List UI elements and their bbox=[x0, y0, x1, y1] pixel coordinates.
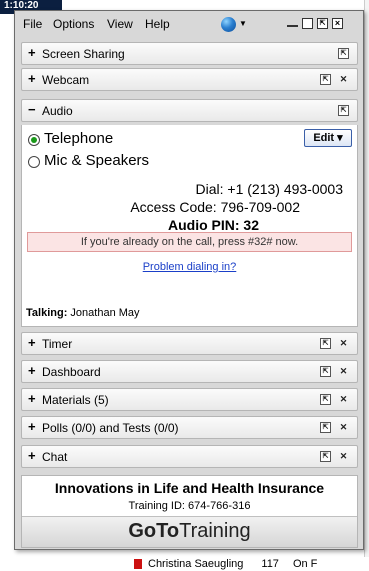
gototraining-control-panel: File Options View Help ▼ ⇱ × + Screen Sh… bbox=[14, 10, 364, 550]
popout-icon[interactable]: ⇱ bbox=[317, 18, 328, 29]
close-icon[interactable]: ✕ bbox=[338, 422, 349, 433]
expand-icon[interactable]: + bbox=[28, 449, 36, 463]
section-title: Timer bbox=[42, 337, 73, 351]
popout-icon[interactable]: ⇱ bbox=[320, 338, 331, 349]
restore-icon[interactable] bbox=[302, 18, 313, 29]
section-title: Screen Sharing bbox=[42, 47, 125, 61]
close-icon[interactable]: × bbox=[332, 18, 343, 29]
audio-pin: Audio PIN: 32 bbox=[167, 217, 259, 233]
talking-indicator: Talking: Jonathan May bbox=[26, 307, 140, 319]
section-webcam[interactable]: + Webcam ⇱ ✕ bbox=[21, 68, 358, 91]
expand-icon[interactable]: + bbox=[28, 336, 36, 350]
talking-label: Talking: bbox=[26, 307, 68, 319]
background-window-edge bbox=[364, 0, 369, 571]
popout-icon[interactable]: ⇱ bbox=[338, 48, 349, 59]
expand-icon[interactable]: + bbox=[28, 420, 36, 434]
popout-icon[interactable]: ⇱ bbox=[320, 394, 331, 405]
session-footer: Innovations in Life and Health Insurance… bbox=[21, 475, 358, 548]
radio-telephone[interactable] bbox=[28, 134, 40, 146]
menu-bar: File Options View Help ▼ ⇱ × bbox=[15, 11, 363, 37]
training-id: Training ID: 674-766-316 bbox=[128, 500, 251, 512]
section-polls-tests[interactable]: + Polls (0/0) and Tests (0/0) ⇱ ✕ bbox=[21, 416, 358, 439]
dial-number: Dial: +1 (213) 493-0003 bbox=[195, 181, 344, 197]
expand-icon[interactable]: + bbox=[28, 392, 36, 406]
chevron-down-icon[interactable]: ▼ bbox=[239, 19, 247, 28]
popout-icon[interactable]: ⇱ bbox=[338, 105, 349, 116]
section-title: Webcam bbox=[42, 73, 90, 87]
popout-icon[interactable]: ⇱ bbox=[320, 451, 331, 462]
section-title: Materials (5) bbox=[42, 393, 109, 407]
minimize-icon[interactable] bbox=[287, 18, 298, 27]
audio-panel: Telephone Mic & Speakers Edit ▾ Dial: +1… bbox=[21, 125, 358, 327]
menu-view[interactable]: View bbox=[107, 17, 133, 31]
section-audio[interactable]: − Audio ⇱ bbox=[21, 99, 358, 122]
section-timer[interactable]: + Timer ⇱ ✕ bbox=[21, 332, 358, 355]
flag-icon bbox=[134, 559, 142, 570]
edit-button[interactable]: Edit ▾ bbox=[304, 129, 352, 147]
menu-help[interactable]: Help bbox=[145, 17, 170, 31]
attendee-name: Christina Saeugling bbox=[148, 558, 244, 570]
section-materials[interactable]: + Materials (5) ⇱ ✕ bbox=[21, 388, 358, 411]
logo-goto: GoTo bbox=[128, 520, 180, 542]
radio-mic-speakers[interactable] bbox=[28, 156, 40, 168]
section-title: Chat bbox=[42, 450, 68, 464]
section-title: Dashboard bbox=[42, 365, 101, 379]
section-screen-sharing[interactable]: + Screen Sharing ⇱ bbox=[21, 42, 358, 65]
close-icon[interactable]: ✕ bbox=[338, 451, 349, 462]
globe-icon[interactable] bbox=[221, 17, 236, 32]
section-title: Polls (0/0) and Tests (0/0) bbox=[42, 421, 179, 435]
menu-file[interactable]: File bbox=[23, 17, 42, 31]
talking-name: Jonathan May bbox=[70, 307, 140, 319]
background-attendee-row: Christina Saeugling 117 On F bbox=[130, 557, 369, 571]
section-chat[interactable]: + Chat ⇱ ✕ bbox=[21, 445, 358, 468]
menu-options[interactable]: Options bbox=[53, 17, 94, 31]
course-title: Innovations in Life and Health Insurance bbox=[54, 480, 325, 496]
radio-mic-speakers-label[interactable]: Mic & Speakers bbox=[44, 152, 149, 169]
logo-training: Training bbox=[179, 520, 251, 542]
close-icon[interactable]: ✕ bbox=[338, 74, 349, 85]
collapse-icon[interactable]: − bbox=[28, 103, 36, 117]
attendee-count: 117 bbox=[261, 558, 279, 570]
popout-icon[interactable]: ⇱ bbox=[320, 74, 331, 85]
gototraining-logo: GoToTraining bbox=[22, 516, 357, 547]
expand-icon[interactable]: + bbox=[28, 364, 36, 378]
radio-telephone-label[interactable]: Telephone bbox=[44, 130, 113, 147]
call-notice: If you're already on the call, press #32… bbox=[27, 232, 352, 252]
problem-dialing-link[interactable]: Problem dialing in? bbox=[22, 261, 357, 273]
close-icon[interactable]: ✕ bbox=[338, 394, 349, 405]
expand-icon[interactable]: + bbox=[28, 72, 36, 86]
popout-icon[interactable]: ⇱ bbox=[320, 366, 331, 377]
section-dashboard[interactable]: + Dashboard ⇱ ✕ bbox=[21, 360, 358, 383]
close-icon[interactable]: ✕ bbox=[338, 366, 349, 377]
access-code: Access Code: 796-709-002 bbox=[130, 199, 300, 215]
popout-icon[interactable]: ⇱ bbox=[320, 422, 331, 433]
section-title: Audio bbox=[42, 104, 73, 118]
close-icon[interactable]: ✕ bbox=[338, 338, 349, 349]
expand-icon[interactable]: + bbox=[28, 46, 36, 60]
attendee-status: On F bbox=[292, 558, 318, 570]
